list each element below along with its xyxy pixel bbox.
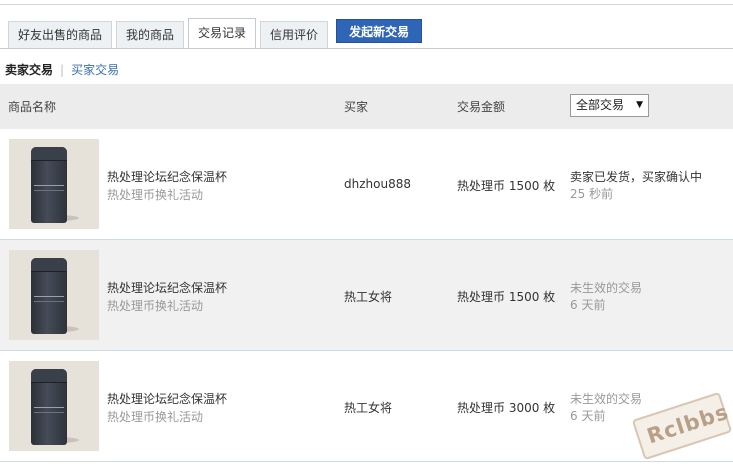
trade-type-nav: 卖家交易 | 买家交易	[5, 61, 119, 78]
trade-time: 6 天前	[570, 409, 606, 423]
trade-amount: 热处理币 1500 枚	[457, 179, 556, 193]
dropdown-arrow-icon: ▼	[636, 100, 643, 110]
thumbnail-cup-print	[34, 185, 64, 191]
header-product: 商品名称	[8, 100, 57, 114]
tab-divider	[0, 48, 733, 49]
product-subtitle: 热处理币换礼活动	[107, 299, 204, 313]
product-thumbnail[interactable]	[9, 250, 99, 340]
buyer-name[interactable]: 热工女将	[344, 399, 392, 416]
thumbnail-cup-print	[34, 407, 64, 413]
trade-amount: 热处理币 3000 枚	[457, 401, 556, 415]
trade-time: 25 秒前	[570, 187, 614, 201]
top-divider	[0, 4, 733, 5]
table-row: 热处理论坛纪念保温杯 热处理币换礼活动 热工女将 热处理币 3000 枚 未生效…	[0, 351, 733, 462]
trade-status[interactable]: 未生效的交易	[570, 390, 642, 407]
thumbnail-cup-lid	[31, 369, 67, 383]
tab-bar: 好友出售的商品 我的商品 交易记录 信用评价 发起新交易	[8, 18, 423, 49]
tab-friends-items[interactable]: 好友出售的商品	[8, 21, 113, 48]
new-trade-button[interactable]: 发起新交易	[336, 19, 423, 43]
trade-filter-select[interactable]: 全部交易 ▼	[570, 94, 649, 117]
trade-status[interactable]: 未生效的交易	[570, 279, 642, 296]
subnav-separator: |	[60, 63, 65, 77]
product-name-link[interactable]: 热处理论坛纪念保温杯	[107, 390, 227, 407]
product-thumbnail[interactable]	[9, 361, 99, 451]
product-name-link[interactable]: 热处理论坛纪念保温杯	[107, 168, 227, 185]
product-subtitle: 热处理币换礼活动	[107, 188, 204, 202]
trade-status[interactable]: 卖家已发货，买家确认中	[570, 168, 702, 185]
table-row: 热处理论坛纪念保温杯 热处理币换礼活动 热工女将 热处理币 1500 枚 未生效…	[0, 240, 733, 351]
buyer-name[interactable]: 热工女将	[344, 288, 392, 305]
tab-credit-rating[interactable]: 信用评价	[260, 21, 329, 48]
tab-trade-records[interactable]: 交易记录	[188, 18, 257, 49]
trade-filter-value: 全部交易	[576, 98, 625, 112]
thumbnail-cup-lid	[31, 147, 67, 161]
header-amount: 交易金额	[457, 100, 506, 114]
trade-time: 6 天前	[570, 298, 606, 312]
header-buyer: 买家	[344, 100, 369, 114]
seller-trades-label: 卖家交易	[5, 63, 54, 77]
product-thumbnail[interactable]	[9, 139, 99, 229]
product-subtitle: 热处理币换礼活动	[107, 410, 204, 424]
buyer-name[interactable]: dhzhou888	[344, 177, 411, 191]
trade-amount: 热处理币 1500 枚	[457, 290, 556, 304]
table-row: 热处理论坛纪念保温杯 热处理币换礼活动 dhzhou888 热处理币 1500 …	[0, 129, 733, 240]
thumbnail-cup-print	[34, 296, 64, 302]
thumbnail-cup-lid	[31, 258, 67, 272]
tab-my-items[interactable]: 我的商品	[116, 21, 185, 48]
buyer-trades-link[interactable]: 买家交易	[71, 63, 119, 77]
product-name-link[interactable]: 热处理论坛纪念保温杯	[107, 279, 227, 296]
